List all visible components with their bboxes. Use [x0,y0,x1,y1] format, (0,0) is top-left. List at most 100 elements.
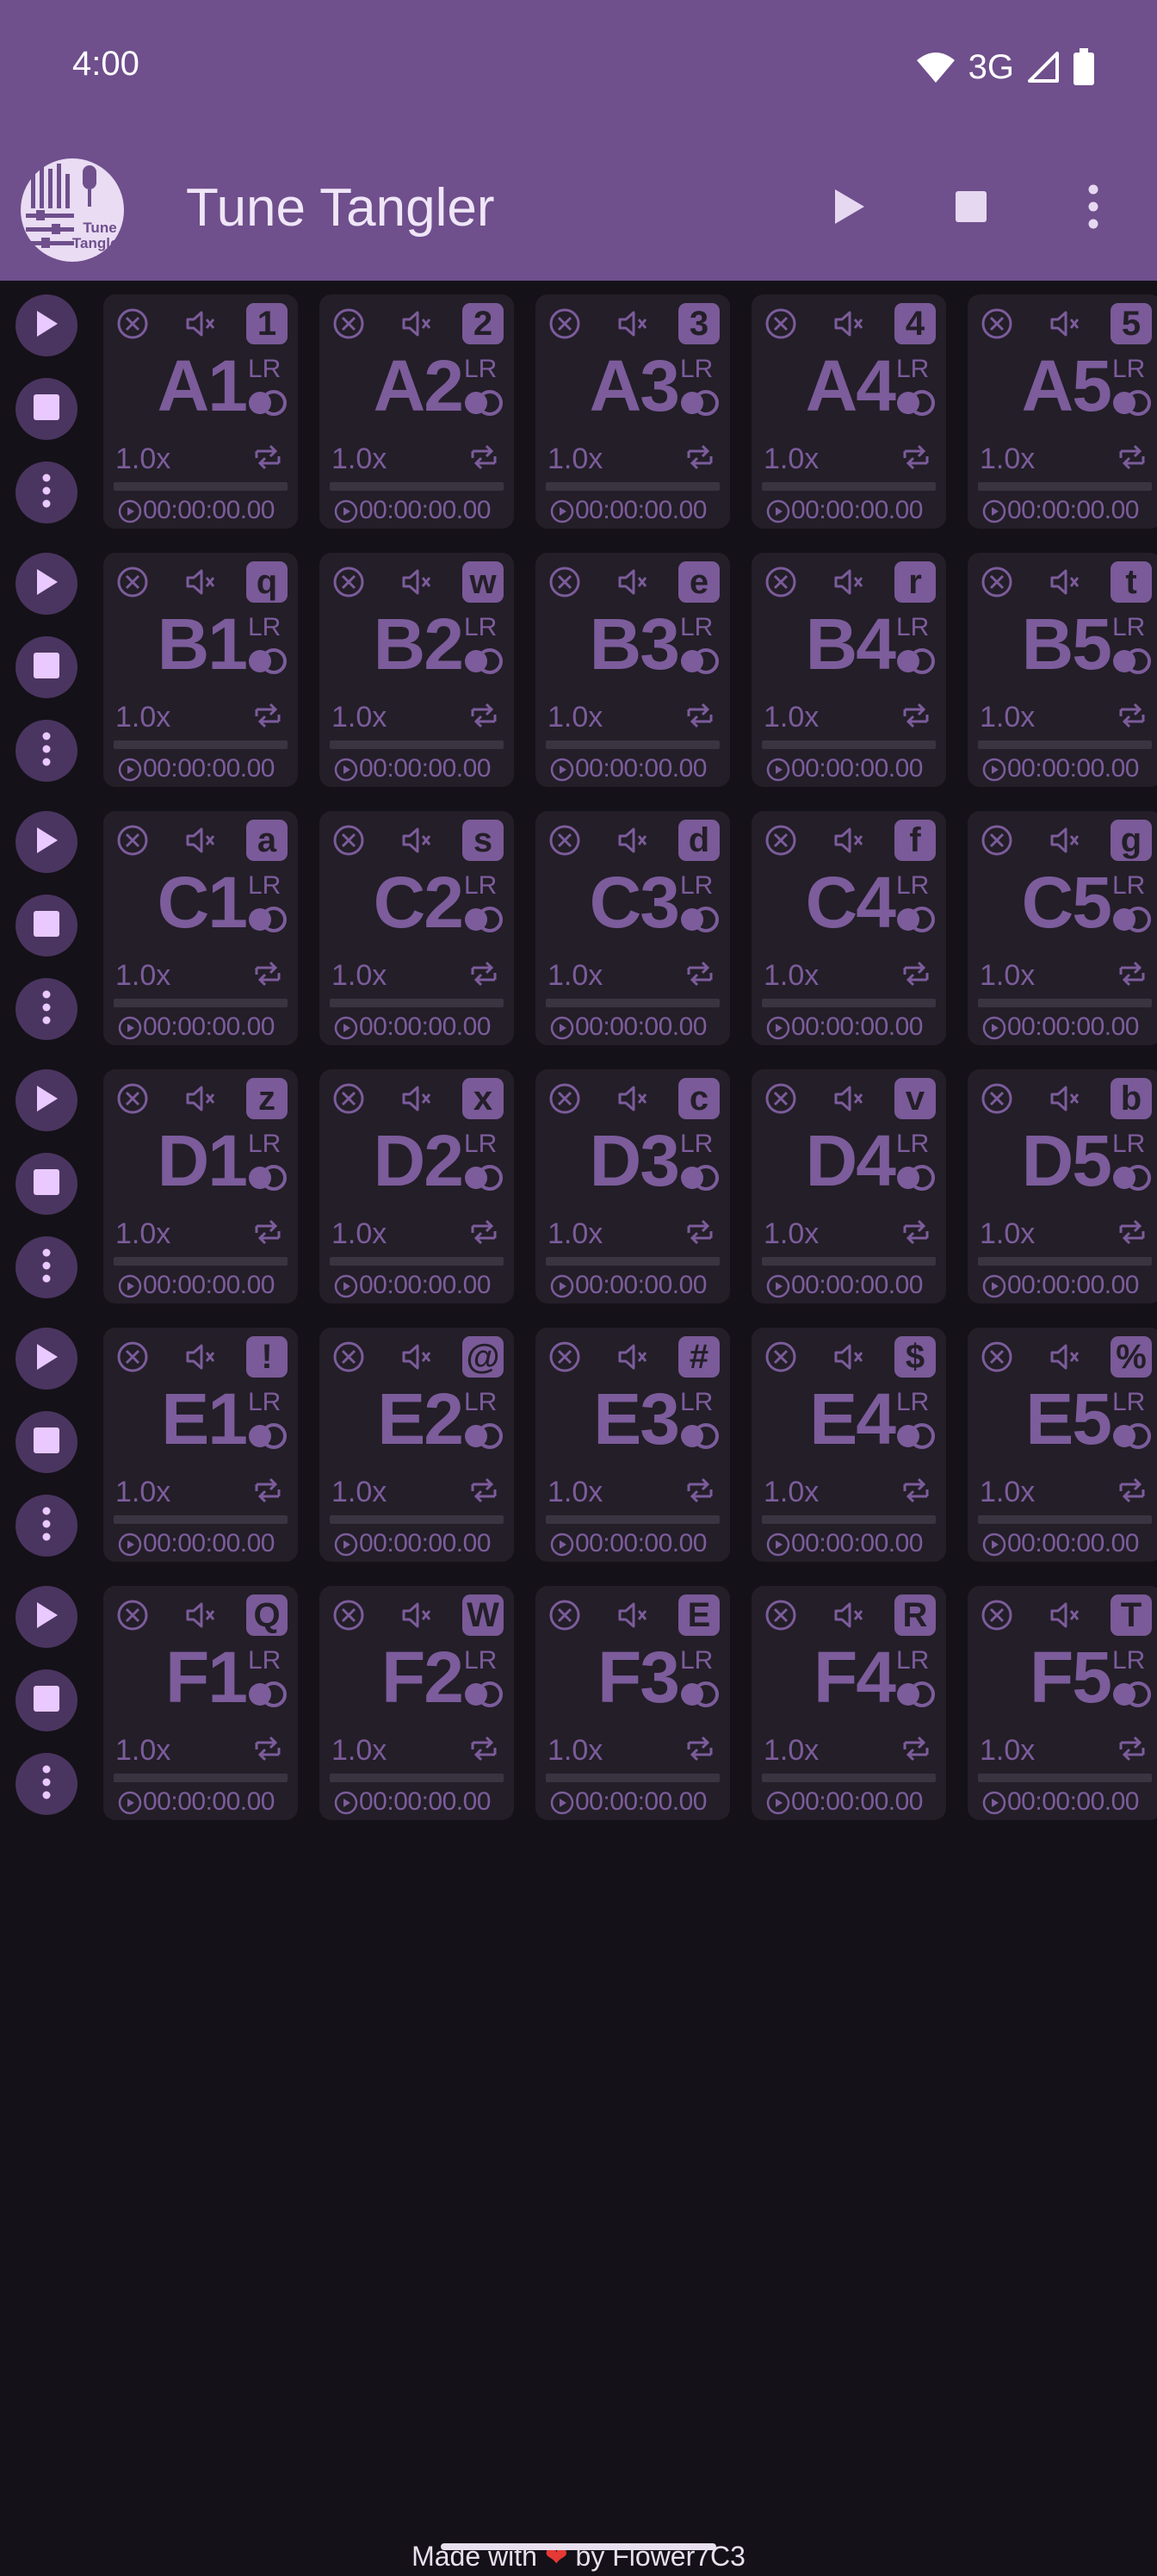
remove-icon[interactable] [331,1340,366,1374]
channel-label[interactable]: LR [896,1390,929,1415]
progress-bar[interactable] [114,1257,288,1266]
mute-icon[interactable] [831,1598,865,1632]
row-more-button[interactable] [15,720,77,782]
balance-icon[interactable] [1111,1164,1152,1192]
progress-bar[interactable] [762,482,936,491]
balance-icon[interactable] [1111,1681,1152,1708]
remove-icon[interactable] [764,1598,798,1632]
mute-icon[interactable] [615,307,649,341]
remove-icon[interactable] [331,1598,366,1632]
sound-pad[interactable]: s C2 LR 1.0x 00:00:00.00 [319,811,514,1045]
remove-icon[interactable] [548,823,582,858]
remove-icon[interactable] [115,307,150,341]
sound-pad[interactable]: x D2 LR 1.0x 00:00:00.00 [319,1069,514,1303]
mute-icon[interactable] [1047,1598,1081,1632]
playback-speed[interactable]: 1.0x [331,1217,387,1251]
mute-icon[interactable] [399,823,433,858]
mute-icon[interactable] [831,1081,865,1116]
channel-label[interactable]: LR [680,1648,713,1674]
balance-icon[interactable] [1111,389,1152,417]
balance-icon[interactable] [678,1164,720,1192]
mute-icon[interactable] [615,823,649,858]
row-more-button[interactable] [15,1236,77,1298]
channel-label[interactable]: LR [680,615,713,641]
balance-icon[interactable] [1111,1422,1152,1450]
loop-icon[interactable] [250,1731,286,1767]
sound-pad[interactable]: 3 A3 LR 1.0x 00:00:00.00 [535,294,730,529]
playback-speed[interactable]: 1.0x [764,1217,819,1251]
remove-icon[interactable] [548,1081,582,1116]
playback-speed[interactable]: 1.0x [764,1476,819,1509]
playback-speed[interactable]: 1.0x [980,443,1035,476]
playback-speed[interactable]: 1.0x [115,1217,170,1251]
sound-pad[interactable]: c D3 LR 1.0x 00:00:00.00 [535,1069,730,1303]
loop-icon[interactable] [466,439,502,475]
remove-icon[interactable] [980,823,1014,858]
playback-speed[interactable]: 1.0x [331,701,387,734]
progress-bar[interactable] [978,740,1152,749]
playback-speed[interactable]: 1.0x [115,1734,170,1768]
remove-icon[interactable] [115,565,150,599]
playback-speed[interactable]: 1.0x [980,959,1035,993]
play-all-button[interactable] [809,169,888,248]
loop-icon[interactable] [466,697,502,734]
balance-icon[interactable] [894,1164,936,1192]
row-play-button[interactable] [15,811,77,873]
row-stop-button[interactable] [15,636,77,698]
remove-icon[interactable] [764,1340,798,1374]
playback-speed[interactable]: 1.0x [980,1476,1035,1509]
progress-bar[interactable] [762,1257,936,1266]
progress-bar[interactable] [114,1515,288,1524]
loop-icon[interactable] [1114,1731,1150,1767]
playback-speed[interactable]: 1.0x [548,1217,603,1251]
sound-pad[interactable]: 1 A1 LR 1.0x 00:00:00.00 [103,294,298,529]
loop-icon[interactable] [898,1731,934,1767]
row-more-button[interactable] [15,1753,77,1815]
sound-pad[interactable]: a C1 LR 1.0x 00:00:00.00 [103,811,298,1045]
progress-bar[interactable] [762,740,936,749]
playback-speed[interactable]: 1.0x [980,701,1035,734]
mute-icon[interactable] [1047,823,1081,858]
sound-pad[interactable]: 5 A5 LR 1.0x 00:00:00.00 [968,294,1157,529]
progress-bar[interactable] [546,999,720,1007]
remove-icon[interactable] [115,1081,150,1116]
progress-bar[interactable] [546,1257,720,1266]
row-more-button[interactable] [15,1495,77,1557]
balance-icon[interactable] [678,1681,720,1708]
balance-icon[interactable] [462,1422,504,1450]
balance-icon[interactable] [678,906,720,933]
balance-icon[interactable] [678,389,720,417]
balance-icon[interactable] [462,906,504,933]
playback-speed[interactable]: 1.0x [980,1217,1035,1251]
balance-icon[interactable] [894,1422,936,1450]
remove-icon[interactable] [115,1340,150,1374]
channel-label[interactable]: LR [464,1390,497,1415]
row-more-button[interactable] [15,461,77,523]
loop-icon[interactable] [682,1214,718,1250]
mute-icon[interactable] [399,565,433,599]
loop-icon[interactable] [898,956,934,992]
remove-icon[interactable] [980,307,1014,341]
channel-label[interactable]: LR [464,873,497,899]
channel-label[interactable]: LR [680,1131,713,1157]
balance-icon[interactable] [462,647,504,675]
loop-icon[interactable] [682,1731,718,1767]
remove-icon[interactable] [764,565,798,599]
row-play-button[interactable] [15,1586,77,1648]
mute-icon[interactable] [399,1081,433,1116]
channel-label[interactable]: LR [248,1390,281,1415]
loop-icon[interactable] [466,1472,502,1508]
remove-icon[interactable] [764,307,798,341]
sound-pad[interactable]: E F3 LR 1.0x 00:00:00.00 [535,1586,730,1820]
loop-icon[interactable] [1114,1214,1150,1250]
balance-icon[interactable] [462,1164,504,1192]
loop-icon[interactable] [466,1731,502,1767]
channel-label[interactable]: LR [1112,356,1145,382]
sound-pad[interactable]: d C3 LR 1.0x 00:00:00.00 [535,811,730,1045]
mute-icon[interactable] [183,1340,217,1374]
sound-pad[interactable]: T F5 LR 1.0x 00:00:00.00 [968,1586,1157,1820]
loop-icon[interactable] [682,439,718,475]
home-indicator[interactable] [441,2543,716,2550]
loop-icon[interactable] [898,1472,934,1508]
row-more-button[interactable] [15,978,77,1040]
